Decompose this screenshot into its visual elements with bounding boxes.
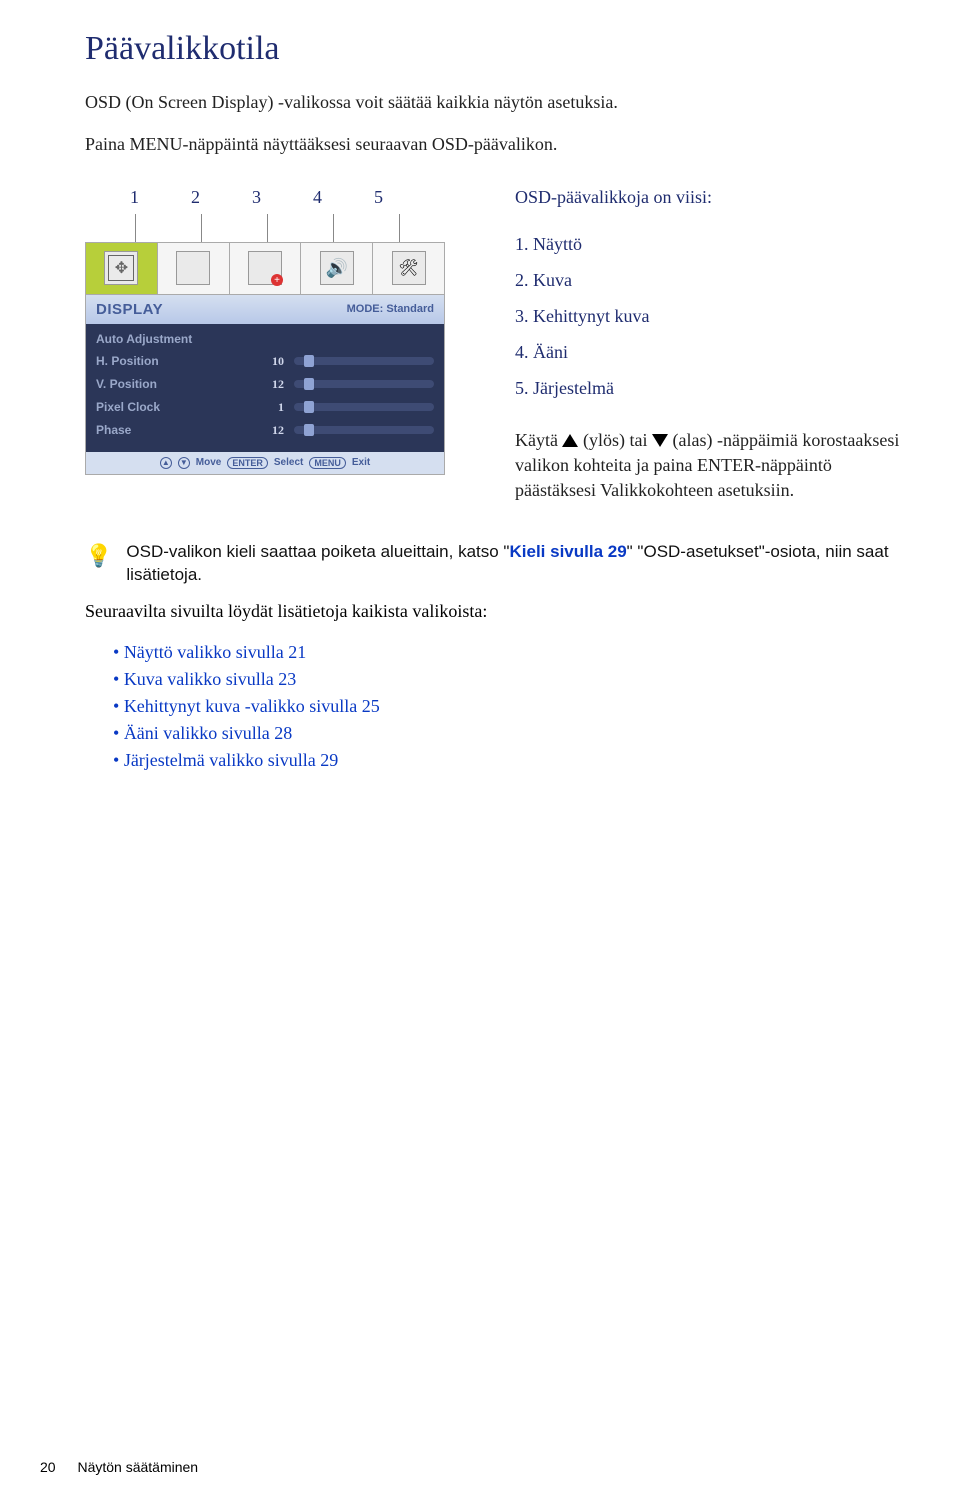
osd-header-mode: MODE: Standard (347, 303, 434, 315)
triangle-up-icon (562, 434, 578, 447)
link-4-text: Ääni valikko sivulla 28 (124, 723, 292, 743)
osd-tabs (86, 243, 444, 295)
footer-down-icon[interactable]: ▼ (178, 457, 190, 469)
row-auto-label: Auto Adjustment (96, 332, 434, 346)
tab-display[interactable] (86, 243, 158, 294)
usage-t2: (ylös) tai (578, 430, 652, 450)
link-1-text: Näyttö valikko sivulla 21 (124, 642, 306, 662)
menu-item-4: 4. Ääni (515, 334, 910, 370)
leader-lines (135, 214, 465, 242)
lightbulb-icon: 💡 (85, 543, 112, 587)
intro-paragraph: OSD (On Screen Display) -valikossa voit … (85, 90, 910, 114)
usage-enter: ENTER (697, 455, 755, 475)
menu-keyword: MENU (130, 134, 183, 154)
note-text: OSD-valikon kieli saattaa poiketa alueit… (126, 541, 910, 587)
row-vpos-label: V. Position (96, 377, 254, 391)
link-5-text: Järjestelmä valikko sivulla 29 (124, 750, 338, 770)
row-pclk-label: Pixel Clock (96, 400, 254, 414)
row-phase-value: 12 (254, 423, 284, 438)
page-title: Päävalikkotila (85, 30, 910, 68)
link-2[interactable]: • Kuva valikko sivulla 23 (113, 669, 910, 690)
picture-icon (176, 251, 210, 285)
instruction-pre: Paina (85, 134, 130, 154)
note-link[interactable]: Kieli sivulla 29 (509, 542, 626, 561)
tab-system[interactable] (373, 243, 444, 294)
callout-4: 4 (313, 187, 322, 208)
footer-enter-pill[interactable]: ENTER (227, 457, 268, 469)
footer-menu-pill[interactable]: MENU (309, 457, 346, 469)
display-icon (104, 251, 138, 285)
picture-advanced-icon (248, 251, 282, 285)
callout-5: 5 (374, 187, 383, 208)
osd-header: DISPLAY MODE: Standard (86, 295, 444, 324)
note-block: 💡 OSD-valikon kieli saattaa poiketa alue… (85, 541, 910, 587)
usage-paragraph: Käytä (ylös) tai (alas) -näppäimiä koros… (515, 428, 910, 504)
instruction-post: -näppäintä näyttääksesi seuraavan OSD-pä… (183, 134, 558, 154)
audio-icon (320, 251, 354, 285)
link-1[interactable]: • Näyttö valikko sivulla 21 (113, 642, 910, 663)
tab-picture[interactable] (158, 243, 230, 294)
instruction-paragraph: Paina MENU-näppäintä näyttääksesi seuraa… (85, 132, 910, 156)
osd-footer: ▲ ▼ Move ENTER Select MENU Exit (86, 452, 444, 474)
row-phase-slider[interactable] (294, 426, 434, 434)
usage-t1: Käytä (515, 430, 562, 450)
row-pixel-clock[interactable]: Pixel Clock 1 (94, 396, 436, 419)
page-footer: 20 Näytön säätäminen (40, 1459, 198, 1475)
footer-move: Move (196, 457, 222, 468)
callout-3: 3 (252, 187, 261, 208)
tab-audio[interactable] (301, 243, 373, 294)
footer-up-icon[interactable]: ▲ (160, 457, 172, 469)
osd-header-title: DISPLAY (96, 301, 163, 318)
row-hpos-value: 10 (254, 354, 284, 369)
menu-item-2: 2. Kuva (515, 262, 910, 298)
menu-item-3: 3. Kehittynyt kuva (515, 298, 910, 334)
row-auto-adjustment[interactable]: Auto Adjustment (94, 328, 436, 350)
link-3-text: Kehittynyt kuva -valikko sivulla 25 (124, 696, 380, 716)
row-hpos-slider[interactable] (294, 357, 434, 365)
link-4[interactable]: • Ääni valikko sivulla 28 (113, 723, 910, 744)
note-pre: OSD-valikon kieli saattaa poiketa alueit… (126, 542, 509, 561)
link-5[interactable]: • Järjestelmä valikko sivulla 29 (113, 750, 910, 771)
row-phase[interactable]: Phase 12 (94, 419, 436, 442)
row-vpos-value: 12 (254, 377, 284, 392)
callout-1: 1 (130, 187, 139, 208)
row-v-position[interactable]: V. Position 12 (94, 373, 436, 396)
menu-list: 1. Näyttö 2. Kuva 3. Kehittynyt kuva 4. … (515, 226, 910, 406)
menu-item-5: 5. Järjestelmä (515, 370, 910, 406)
right-heading: OSD-päävalikkoja on viisi: (515, 187, 910, 208)
footer-select: Select (274, 457, 303, 468)
page-number: 20 (40, 1459, 56, 1475)
footer-section: Näytön säätäminen (77, 1459, 198, 1475)
link-list: • Näyttö valikko sivulla 21 • Kuva valik… (113, 642, 910, 771)
row-h-position[interactable]: H. Position 10 (94, 350, 436, 373)
row-hpos-label: H. Position (96, 354, 254, 368)
link-2-text: Kuva valikko sivulla 23 (124, 669, 296, 689)
triangle-down-icon (652, 434, 668, 447)
callout-2: 2 (191, 187, 200, 208)
row-phase-label: Phase (96, 423, 254, 437)
row-pclk-value: 1 (254, 400, 284, 415)
after-note: Seuraavilta sivuilta löydät lisätietoja … (85, 601, 910, 622)
callout-numbers: 1 2 3 4 5 (130, 187, 465, 208)
osd-panel: DISPLAY MODE: Standard Auto Adjustment H… (85, 242, 445, 475)
row-pclk-slider[interactable] (294, 403, 434, 411)
link-3[interactable]: • Kehittynyt kuva -valikko sivulla 25 (113, 696, 910, 717)
menu-item-1: 1. Näyttö (515, 226, 910, 262)
osd-rows: Auto Adjustment H. Position 10 V. Positi… (86, 324, 444, 452)
system-icon (392, 251, 426, 285)
footer-exit: Exit (352, 457, 370, 468)
row-vpos-slider[interactable] (294, 380, 434, 388)
tab-picture-advanced[interactable] (230, 243, 302, 294)
